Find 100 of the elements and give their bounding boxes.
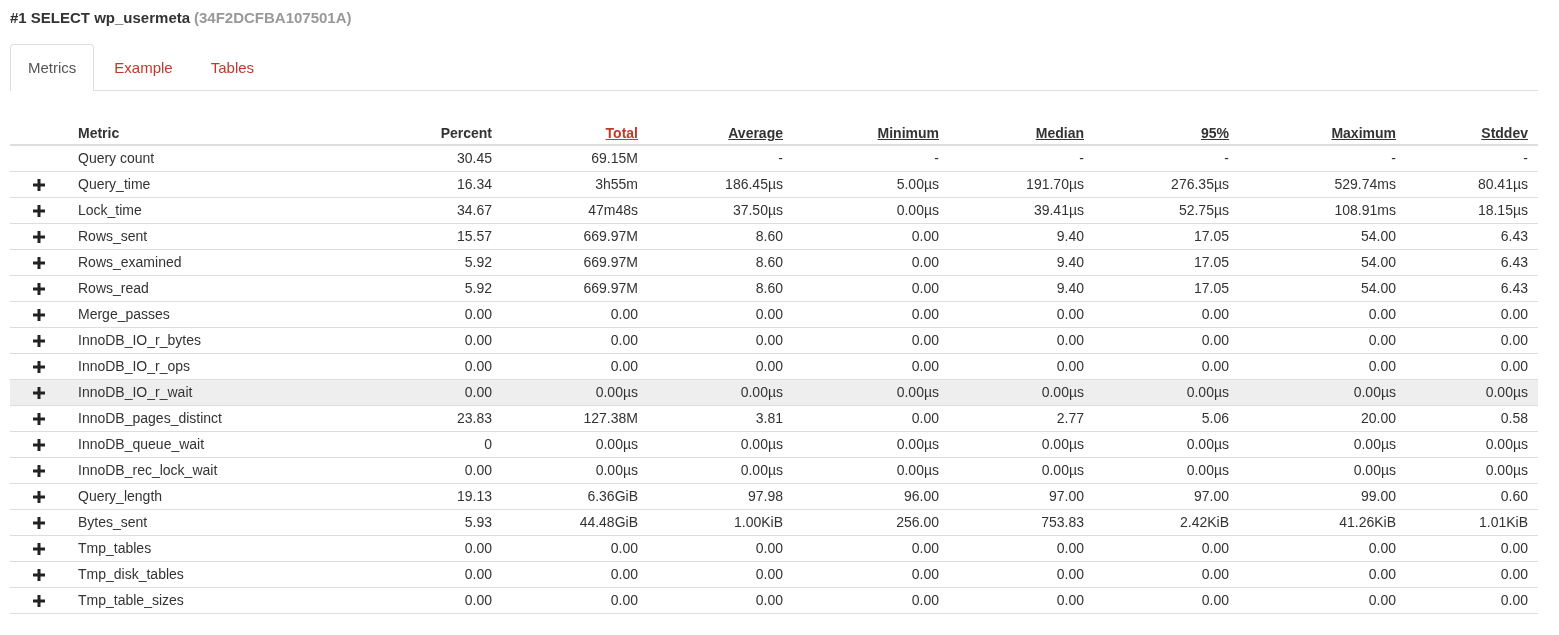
- metric-value: 9.40: [1056, 254, 1084, 270]
- metric-value: 99.00: [1360, 488, 1396, 504]
- metric-value: 0.00: [755, 306, 783, 322]
- column-sort-link[interactable]: Stddev: [1481, 125, 1528, 141]
- plus-icon[interactable]: [33, 283, 45, 296]
- plus-icon[interactable]: [33, 335, 45, 348]
- metric-value: 0.00µs: [595, 462, 638, 478]
- metric-value: 0.00: [1500, 566, 1528, 582]
- metric-value: 0.00: [1056, 592, 1084, 608]
- metric-value: 0.00µs: [740, 384, 783, 400]
- metric-value: 0.00: [755, 592, 783, 608]
- metric-value: 0.00: [755, 358, 783, 374]
- metric-value: 0.00µs: [896, 384, 939, 400]
- column-sort-link[interactable]: Average: [728, 125, 783, 141]
- metric-name: Lock_time: [78, 202, 142, 218]
- metric-value: 18.15µs: [1477, 202, 1528, 218]
- plus-icon[interactable]: [33, 205, 45, 218]
- column-sort-link[interactable]: Median: [1035, 125, 1084, 141]
- metric-value: 0.00µs: [1041, 384, 1084, 400]
- metric-value: 0.00: [1056, 332, 1084, 348]
- plus-icon[interactable]: [33, 439, 45, 452]
- metric-value: 37.50µs: [732, 202, 783, 218]
- metric-value: 0.00: [911, 332, 939, 348]
- metric-value: 0.00: [1201, 332, 1229, 348]
- query-title: #1 SELECT wp_usermeta: [10, 9, 191, 26]
- metric-value: 9.40: [1056, 228, 1084, 244]
- metric-value: 0.00: [610, 358, 638, 374]
- plus-icon[interactable]: [33, 413, 45, 426]
- plus-icon[interactable]: [33, 491, 45, 504]
- plus-icon[interactable]: [33, 595, 45, 608]
- metric-value: 0.00: [1056, 358, 1084, 374]
- metric-value: 0.00: [464, 540, 492, 556]
- metric-value: 69.15M: [591, 150, 638, 167]
- metric-name: Rows_sent: [78, 228, 148, 244]
- tab[interactable]: Example: [96, 44, 191, 90]
- metric-value: 0.00: [610, 592, 638, 608]
- plus-icon[interactable]: [33, 231, 45, 244]
- metric-value: 0.00: [464, 332, 492, 348]
- metric-value: 5.06: [1201, 410, 1229, 426]
- metric-value: 6.43: [1500, 228, 1528, 244]
- metric-value: 669.97M: [583, 228, 638, 244]
- metric-value: 80.41µs: [1477, 176, 1528, 192]
- metric-value: 0.00µs: [1353, 436, 1396, 452]
- plus-icon[interactable]: [33, 179, 45, 192]
- metric-value: 0.00µs: [1485, 462, 1528, 478]
- metric-name: InnoDB_IO_r_wait: [78, 384, 193, 400]
- metric-name: Query_time: [78, 176, 151, 192]
- metric-value: 1.01KiB: [1478, 514, 1528, 530]
- metric-value: 0.00: [1201, 566, 1229, 582]
- metric-value: 6.43: [1500, 254, 1528, 270]
- metric-value: 0.00: [464, 566, 492, 582]
- metric-name: Tmp_tables: [78, 540, 152, 556]
- metric-value: 23.83: [456, 410, 492, 426]
- tab[interactable]: Tables: [192, 44, 273, 90]
- metric-value: 0.00: [911, 358, 939, 374]
- metric-value: 8.60: [755, 228, 783, 244]
- metric-value: 669.97M: [583, 280, 638, 296]
- metric-value: 0.60: [1500, 488, 1528, 504]
- metric-value: 0.00: [1368, 306, 1396, 322]
- column-sort-link[interactable]: Minimum: [877, 125, 939, 141]
- plus-icon[interactable]: [33, 257, 45, 270]
- column-header: Percent: [440, 125, 492, 141]
- metric-value: 0.00: [1368, 566, 1396, 582]
- metric-name: InnoDB_IO_r_bytes: [78, 332, 201, 348]
- metric-value: 0.00: [1056, 540, 1084, 556]
- metric-value: 0.00: [1368, 592, 1396, 608]
- metric-value: 0.00: [755, 332, 783, 348]
- plus-icon[interactable]: [33, 465, 45, 478]
- metric-value: 1.00KiB: [733, 514, 783, 530]
- metric-value: 0.00µs: [595, 384, 638, 400]
- metric-value: 0.00µs: [1041, 436, 1084, 452]
- metric-value: 0.00: [1500, 540, 1528, 556]
- metric-value: 0.00: [911, 228, 939, 244]
- metric-value: 19.13: [456, 488, 492, 504]
- metric-name: InnoDB_queue_wait: [78, 436, 205, 452]
- plus-icon[interactable]: [33, 387, 45, 400]
- metric-value: -: [1391, 150, 1396, 167]
- metric-value: -: [934, 150, 939, 167]
- tab[interactable]: Metrics: [10, 44, 95, 91]
- metric-value: 0.00µs: [740, 462, 783, 478]
- metric-name: Rows_examined: [78, 254, 182, 270]
- plus-icon[interactable]: [33, 309, 45, 322]
- plus-icon[interactable]: [33, 361, 45, 374]
- metric-value: 0.00: [911, 254, 939, 270]
- metric-value: 0.00: [755, 566, 783, 582]
- metric-value: 3.81: [755, 410, 783, 426]
- metric-value: 0.00: [1368, 358, 1396, 374]
- metric-value: 8.60: [755, 254, 783, 270]
- plus-icon[interactable]: [33, 543, 45, 556]
- column-sort-link[interactable]: 95%: [1200, 125, 1229, 141]
- plus-icon[interactable]: [33, 569, 45, 582]
- column-sort-link[interactable]: Maximum: [1331, 125, 1396, 141]
- metric-value: 0.00: [911, 540, 939, 556]
- metric-value: -: [1523, 150, 1528, 167]
- metric-value: 2.42KiB: [1179, 514, 1229, 530]
- metric-value: 0.00µs: [595, 436, 638, 452]
- plus-icon[interactable]: [33, 517, 45, 530]
- metric-value: 0.00: [755, 540, 783, 556]
- metric-value: 6.43: [1500, 280, 1528, 296]
- column-sort-link[interactable]: Total: [605, 125, 638, 141]
